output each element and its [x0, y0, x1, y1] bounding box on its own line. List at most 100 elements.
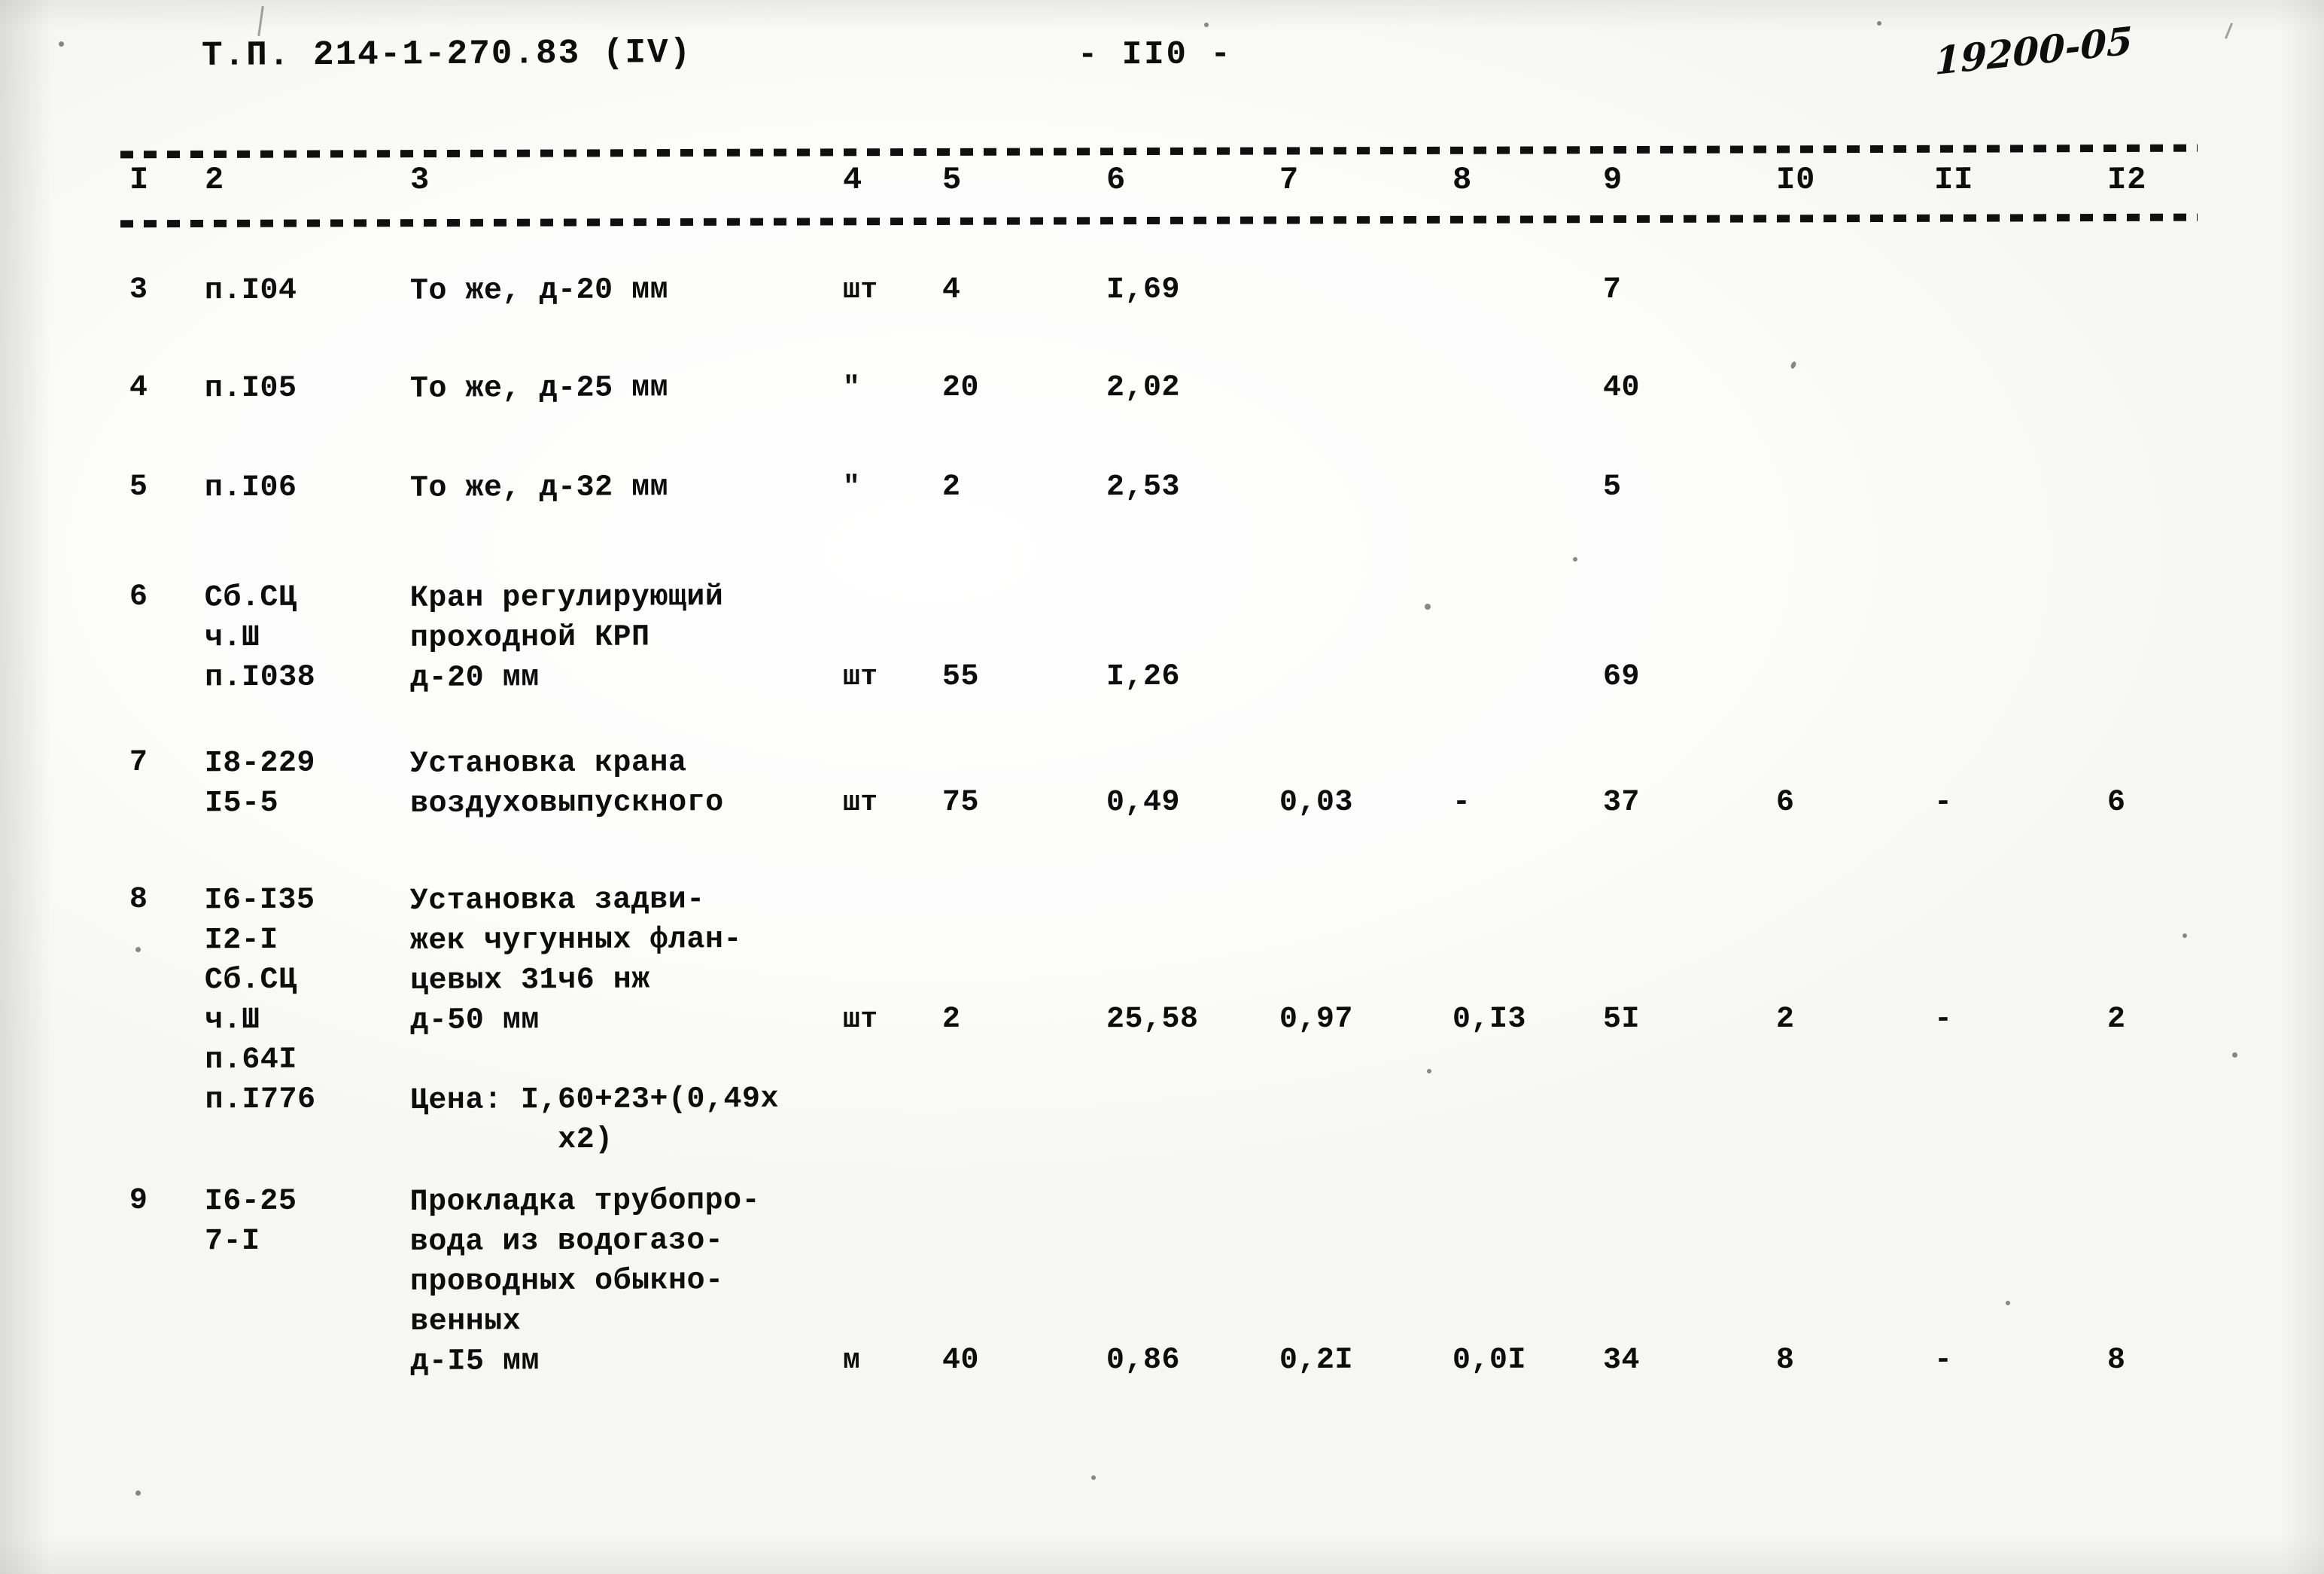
scan-artifact-speck — [1427, 1069, 1431, 1073]
row-col8: - — [1452, 785, 1471, 820]
row-number: 8 — [129, 882, 148, 918]
column-header-7: 7 — [1279, 161, 1300, 199]
scan-artifact-speck — [135, 947, 141, 952]
row-quantity: 2 — [941, 1002, 961, 1037]
scan-edge-shadow-top — [0, 0, 2324, 30]
row-col10: 8 — [1775, 1343, 1795, 1378]
column-header-4: 4 — [842, 161, 863, 199]
scan-artifact-speck — [2006, 1301, 2010, 1305]
row-col6: I,26 — [1106, 659, 1181, 695]
column-header-3: 3 — [409, 161, 430, 199]
scan-artifact-speck — [1790, 361, 1797, 370]
handwritten-archive-number: 19200-05 — [1934, 18, 2133, 84]
row-col9: 40 — [1602, 370, 1641, 406]
row-codes: I6-25 7-I — [204, 1184, 297, 1259]
row-col6: 0,49 — [1106, 785, 1181, 820]
scan-artifact-speck — [1204, 23, 1209, 27]
row-description: Кран регулирующий проходной КРП д-20 мм — [409, 580, 724, 696]
row-col6: I,69 — [1106, 272, 1181, 308]
row-col10: 2 — [1775, 1002, 1795, 1037]
table-top-rule — [120, 144, 2198, 159]
page-number: - II0 - — [1077, 35, 1233, 75]
row-unit: " — [842, 470, 861, 504]
scan-artifact-speck — [1573, 557, 1577, 562]
row-col11: - — [1933, 1002, 1953, 1037]
scan-artifact-speck — [2183, 933, 2187, 938]
scan-edge-shadow-left — [0, 0, 53, 1574]
scan-edge-shadow-bottom — [0, 1536, 2324, 1574]
row-col12: 8 — [2107, 1343, 2126, 1378]
row-unit: шт — [842, 273, 878, 307]
column-header-6: 6 — [1106, 161, 1127, 199]
row-quantity: 40 — [941, 1343, 980, 1378]
document-code: Т.П. 214-1-270.83 (IV) — [201, 33, 692, 75]
row-codes: п.I04 — [204, 273, 297, 309]
row-codes: I6-I35 I2-I Сб.СЦ ч.Ш п.64I п.I776 — [204, 883, 316, 1118]
scan-artifact-speck — [1091, 1475, 1096, 1480]
row-number: 6 — [129, 580, 148, 615]
row-description: То же, д-25 мм — [409, 371, 669, 406]
row-col12: 2 — [2107, 1002, 2126, 1037]
row-col9: 5 — [1602, 470, 1622, 505]
row-col8: 0,0I — [1452, 1343, 1527, 1378]
column-header-9: 9 — [1602, 161, 1623, 199]
row-quantity: 4 — [941, 272, 961, 308]
row-description: То же, д-32 мм — [409, 470, 669, 506]
row-quantity: 2 — [941, 470, 961, 505]
column-header-5: 5 — [941, 161, 963, 199]
row-col7: 0,97 — [1279, 1002, 1354, 1037]
row-col11: - — [1933, 785, 1953, 820]
row-description: Установка задви- жек чугунных флан- цевы… — [409, 883, 743, 1038]
row-col9: 34 — [1602, 1343, 1641, 1378]
row-unit: шт — [842, 786, 878, 820]
row-col7: 0,03 — [1279, 785, 1354, 820]
row-col12: 6 — [2107, 785, 2126, 820]
row-col9: 5I — [1602, 1002, 1641, 1037]
column-header-12: I2 — [2107, 161, 2147, 199]
row-col6: 2,53 — [1106, 470, 1181, 505]
row-number: 7 — [129, 745, 148, 781]
scan-artifact-hairline — [257, 5, 264, 37]
row-unit: м — [842, 1344, 861, 1378]
row-codes: п.I06 — [204, 470, 297, 506]
scan-artifact-speck — [1877, 21, 1881, 26]
row-col10: 6 — [1775, 785, 1795, 820]
row-number: 9 — [129, 1183, 148, 1219]
row-unit: " — [842, 371, 861, 405]
column-header-8: 8 — [1452, 161, 1473, 199]
row-quantity: 55 — [941, 659, 980, 695]
scan-artifact-speck — [135, 1490, 141, 1496]
row-unit: шт — [842, 660, 878, 694]
row-price-note: Цена: I,60+23+(0,49х х2) — [409, 1082, 780, 1158]
row-unit: шт — [842, 1003, 878, 1037]
row-description: Прокладка трубопро- вода из водогазо- пр… — [409, 1183, 761, 1380]
row-quantity: 20 — [941, 370, 980, 406]
scanned-page: Т.П. 214-1-270.83 (IV) - II0 - 19200-05 … — [0, 0, 2324, 1574]
row-col8: 0,I3 — [1452, 1002, 1527, 1037]
row-number: 5 — [129, 470, 148, 505]
column-header-1: I — [129, 161, 150, 199]
row-codes: Сб.СЦ ч.Ш п.I038 — [204, 580, 316, 696]
row-codes: п.I05 — [204, 371, 297, 406]
column-header-10: I0 — [1775, 161, 1816, 199]
row-col9: 37 — [1602, 785, 1641, 820]
row-number: 4 — [129, 370, 148, 406]
page-header: Т.П. 214-1-270.83 (IV) - II0 - 19200-05 — [0, 18, 2324, 89]
row-col7: 0,2I — [1279, 1343, 1354, 1378]
row-number: 3 — [129, 272, 148, 308]
column-header-11: II — [1933, 161, 1974, 199]
row-col9: 69 — [1602, 659, 1641, 695]
row-quantity: 75 — [941, 785, 980, 820]
row-description: Установка крана воздуховыпускного — [409, 746, 724, 821]
row-col9: 7 — [1602, 272, 1622, 308]
row-codes: I8-229 I5-5 — [204, 746, 316, 821]
table-column-headers: I 2 3 4 5 6 7 8 9 I0 II I2 — [0, 162, 2324, 207]
table-bottom-rule — [120, 213, 2198, 228]
row-col6: 0,86 — [1106, 1343, 1181, 1378]
scan-edge-shadow-right — [2279, 0, 2324, 1574]
row-description: То же, д-20 мм — [409, 273, 669, 309]
scan-artifact-speck — [1425, 604, 1431, 610]
scan-artifact-speck — [2232, 1052, 2237, 1058]
row-col11: - — [1933, 1343, 1953, 1378]
row-col6: 2,02 — [1106, 370, 1181, 406]
